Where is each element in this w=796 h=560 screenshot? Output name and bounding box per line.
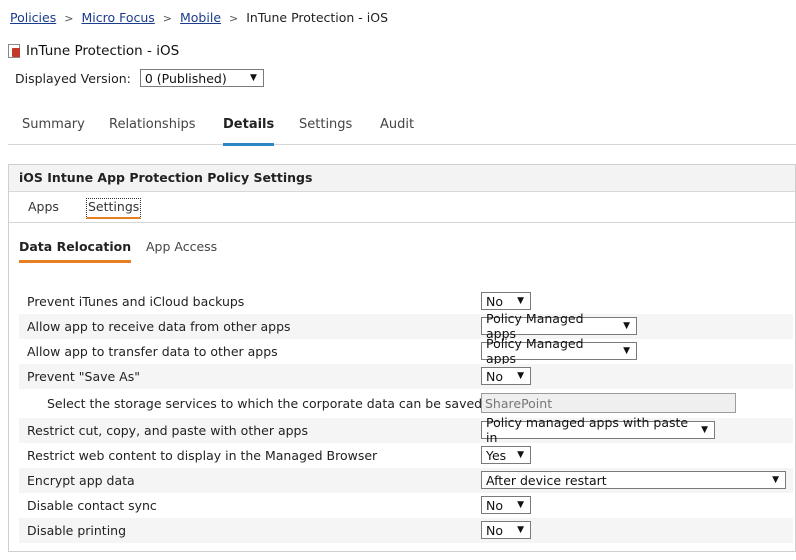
dropdown-arrow-icon: ▼ [517, 450, 524, 460]
chevron-right-icon: > [64, 12, 74, 25]
page-title-row: InTune Protection - iOS [8, 43, 179, 59]
encrypt-app-data-select[interactable]: After device restart ▼ [481, 471, 786, 489]
setting-row-encrypt-app-data: Encrypt app data After device restart ▼ [19, 468, 793, 493]
setting-label: Restrict web content to display in the M… [27, 448, 378, 463]
setting-row-managed-browser: Restrict web content to display in the M… [19, 443, 793, 468]
setting-row-transfer-data: Allow app to transfer data to other apps… [19, 336, 793, 366]
select-value: Policy Managed apps [486, 336, 584, 366]
setting-row-printing: Disable printing No ▼ [19, 518, 793, 543]
dropdown-arrow-icon: ▼ [701, 425, 708, 435]
tab-details[interactable]: Details [223, 117, 275, 146]
setting-row-storage-services: Select the storage services to which the… [19, 389, 793, 418]
main-tabs: Summary Relationships Details Settings A… [8, 110, 796, 146]
tab-relationships[interactable]: Relationships [109, 117, 196, 143]
version-select[interactable]: 0 (Published) ▼ [139, 69, 264, 87]
sub-tab-settings[interactable]: Settings [86, 198, 142, 219]
select-value: No [486, 497, 503, 513]
version-row: Displayed Version: 0 (Published) ▼ [15, 69, 264, 87]
prevent-save-as-select[interactable]: No ▼ [481, 367, 531, 385]
setting-label: Prevent iTunes and iCloud backups [27, 294, 245, 309]
sub-tab-apps[interactable]: Apps [28, 199, 59, 214]
dropdown-arrow-icon: ▼ [517, 371, 524, 381]
contact-sync-select[interactable]: No ▼ [481, 496, 531, 514]
setting-row-prevent-save-as: Prevent "Save As" No ▼ [19, 364, 793, 389]
setting-row-contact-sync: Disable contact sync No ▼ [19, 493, 793, 518]
policy-icon [8, 44, 21, 58]
setting-label: Prevent "Save As" [27, 369, 140, 384]
sub-tabs: Apps Settings [9, 192, 795, 223]
page-title: InTune Protection - iOS [26, 43, 180, 59]
tab-data-relocation[interactable]: Data Relocation [19, 239, 132, 263]
printing-select[interactable]: No ▼ [481, 521, 531, 539]
transfer-data-select[interactable]: Policy Managed apps ▼ [481, 336, 637, 366]
panel-header: iOS Intune App Protection Policy Setting… [9, 165, 795, 192]
prevent-backups-select[interactable]: No ▼ [481, 292, 531, 310]
storage-services-field[interactable]: SharePoint [481, 393, 736, 413]
select-value: Yes [486, 447, 507, 463]
select-value: No [486, 368, 503, 384]
breadcrumb-current: InTune Protection - iOS [246, 10, 389, 25]
select-value: No [486, 293, 503, 309]
setting-label: Restrict cut, copy, and paste with other… [27, 423, 308, 438]
select-value: Policy managed apps with paste in [486, 415, 689, 445]
dropdown-arrow-icon: ▼ [249, 73, 257, 83]
setting-label: Encrypt app data [27, 473, 135, 488]
dropdown-arrow-icon: ▼ [623, 321, 630, 331]
tab-audit[interactable]: Audit [380, 117, 414, 143]
select-value: After device restart [486, 472, 607, 488]
setting-label: Allow app to receive data from other app… [27, 319, 291, 334]
dropdown-arrow-icon: ▼ [772, 475, 779, 485]
breadcrumb-link-mobile[interactable]: Mobile [180, 10, 221, 25]
policy-settings-panel: iOS Intune App Protection Policy Setting… [8, 164, 796, 552]
dropdown-arrow-icon: ▼ [623, 346, 630, 356]
tab-app-access[interactable]: App Access [146, 239, 217, 254]
chevron-right-icon: > [162, 12, 172, 25]
tab-summary[interactable]: Summary [22, 117, 85, 143]
version-select-value: 0 (Published) [144, 70, 227, 86]
setting-row-prevent-backups: Prevent iTunes and iCloud backups No ▼ [19, 289, 793, 314]
setting-label: Select the storage services to which the… [47, 396, 483, 411]
chevron-right-icon: > [229, 12, 239, 25]
setting-label: Disable printing [27, 523, 127, 538]
tab-settings[interactable]: Settings [299, 117, 352, 143]
receive-data-select[interactable]: Policy Managed apps ▼ [481, 311, 637, 341]
breadcrumb-link-policies[interactable]: Policies [10, 10, 56, 25]
version-label: Displayed Version: [15, 70, 131, 86]
setting-label: Disable contact sync [27, 498, 157, 513]
dropdown-arrow-icon: ▼ [517, 500, 524, 510]
cut-copy-paste-select[interactable]: Policy managed apps with paste in ▼ [481, 415, 715, 445]
setting-label: Allow app to transfer data to other apps [27, 344, 278, 359]
dropdown-arrow-icon: ▼ [517, 525, 524, 535]
breadcrumb-link-micro-focus[interactable]: Micro Focus [81, 10, 154, 25]
dropdown-arrow-icon: ▼ [517, 296, 524, 306]
setting-row-receive-data: Allow app to receive data from other app… [19, 311, 793, 341]
select-value: No [486, 522, 503, 538]
managed-browser-select[interactable]: Yes ▼ [481, 446, 531, 464]
setting-row-cut-copy-paste: Restrict cut, copy, and paste with other… [19, 415, 793, 445]
settings-list: Prevent iTunes and iCloud backups No ▼ A… [19, 289, 793, 543]
breadcrumb: Policies > Micro Focus > Mobile > InTune Prote… [10, 10, 388, 25]
